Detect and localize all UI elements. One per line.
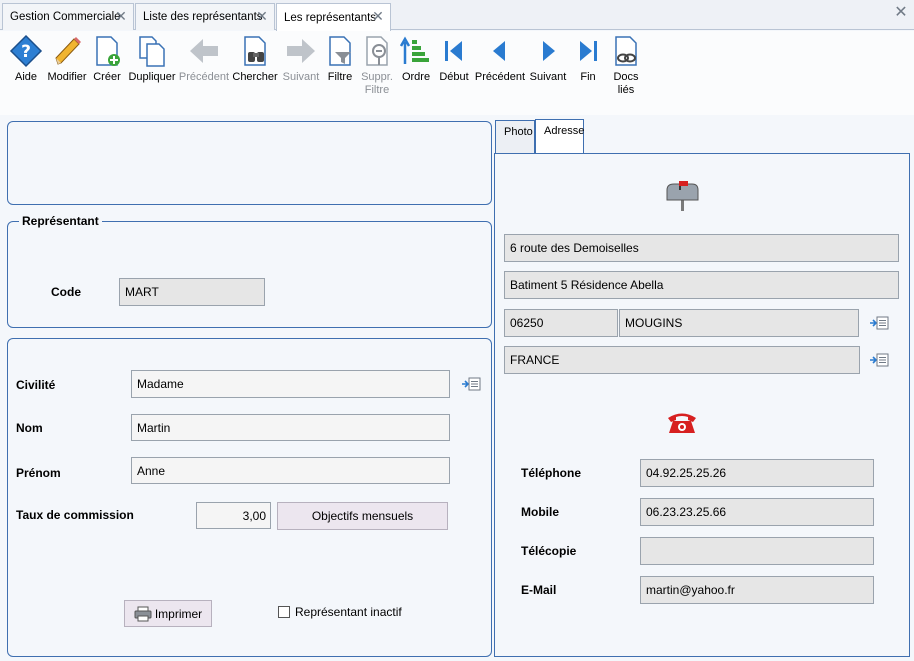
prenom-label: Prénom <box>16 466 61 480</box>
mobile-field[interactable]: 06.23.23.25.66 <box>640 498 874 526</box>
email-field[interactable]: martin@yahoo.fr <box>640 576 874 604</box>
print-button[interactable]: Imprimer <box>124 600 212 627</box>
linked-docs-icon <box>609 34 643 68</box>
tab-photo[interactable]: Photo <box>495 120 535 153</box>
sort-order-icon <box>399 34 433 68</box>
next-result-button[interactable]: Suivant <box>280 34 322 84</box>
country-select-icon[interactable] <box>869 353 889 367</box>
telephone-icon <box>665 409 699 435</box>
next-record-icon <box>531 34 565 68</box>
list-select-icon[interactable] <box>461 377 481 391</box>
address-line2-field[interactable]: Batiment 5 Résidence Abella <box>504 271 899 299</box>
header-panel <box>7 121 492 205</box>
new-document-icon <box>90 34 124 68</box>
inactive-checkbox[interactable] <box>278 606 290 618</box>
remove-filter-button[interactable]: Suppr. Filtre <box>359 34 395 97</box>
printer-icon <box>134 606 152 622</box>
postcode-field[interactable]: 06250 <box>504 309 618 337</box>
create-button[interactable]: Créer <box>88 34 126 84</box>
representant-panel <box>7 221 492 328</box>
print-button-label: Imprimer <box>154 606 203 621</box>
nom-field[interactable]: Martin <box>131 414 450 441</box>
last-record-button[interactable]: Fin <box>571 34 605 84</box>
email-label: E-Mail <box>521 583 557 597</box>
taux-commission-label: Taux de commission <box>16 508 134 522</box>
telephone-field[interactable]: 04.92.25.25.26 <box>640 459 874 487</box>
objectifs-mensuels-button[interactable]: Objectifs mensuels <box>277 502 448 530</box>
previous-result-button[interactable]: Précédent <box>178 34 230 84</box>
search-button[interactable]: Chercher <box>232 34 278 84</box>
previous-record-icon <box>483 34 517 68</box>
last-record-icon <box>571 34 605 68</box>
country-field[interactable]: FRANCE <box>504 346 860 374</box>
modify-button[interactable]: Modifier <box>46 34 88 84</box>
tab-les-representants[interactable]: Les représentants ✕ <box>276 3 391 31</box>
duplicate-icon <box>135 34 169 68</box>
next-record-button[interactable]: Suivant <box>527 34 569 84</box>
mailbox-icon <box>664 180 700 212</box>
filter-icon <box>323 34 357 68</box>
duplicate-button[interactable]: Dupliquer <box>127 34 177 84</box>
city-select-icon[interactable] <box>869 316 889 330</box>
tab-gestion-commerciale[interactable]: Gestion Commerciale ✕ <box>2 3 134 30</box>
previous-record-button[interactable]: Précédent <box>474 34 526 84</box>
arrow-right-icon <box>284 34 318 68</box>
linked-docs-button[interactable]: Docs liés <box>608 34 644 97</box>
pencil-icon <box>50 34 84 68</box>
tab-liste-representants[interactable]: Liste des représentants ✕ <box>135 3 275 30</box>
taux-commission-field[interactable]: 3,00 <box>196 502 271 529</box>
mobile-label: Mobile <box>521 505 559 519</box>
first-record-icon <box>437 34 471 68</box>
close-all-icon[interactable]: ✕ <box>894 5 908 21</box>
close-icon[interactable]: ✕ <box>115 9 127 23</box>
inactive-label: Représentant inactif <box>295 605 402 619</box>
city-field[interactable]: MOUGINS <box>619 309 859 337</box>
code-field[interactable]: MART <box>119 278 265 306</box>
civilite-label: Civilité <box>16 378 56 392</box>
binoculars-icon <box>238 34 272 68</box>
civilite-field[interactable]: Madame <box>131 370 450 398</box>
telecopie-field[interactable] <box>640 537 874 565</box>
help-button[interactable]: ? Aide <box>6 34 46 84</box>
tab-label: Liste des représentants <box>143 11 263 23</box>
close-icon[interactable]: ✕ <box>372 9 384 23</box>
tab-adresse[interactable]: Adresse <box>535 119 584 153</box>
close-icon[interactable]: ✕ <box>256 9 268 23</box>
tab-label: Les représentants <box>284 11 377 24</box>
remove-filter-icon <box>360 34 394 68</box>
first-record-button[interactable]: Début <box>436 34 472 84</box>
arrow-left-icon <box>187 34 221 68</box>
tab-label: Gestion Commerciale <box>10 11 121 23</box>
representant-legend: Représentant <box>19 214 102 228</box>
telephone-label: Téléphone <box>521 466 582 480</box>
svg-text:?: ? <box>21 42 31 62</box>
sort-order-button[interactable]: Ordre <box>398 34 434 84</box>
telecopie-label: Télécopie <box>521 544 577 558</box>
code-label: Code <box>51 285 81 299</box>
nom-label: Nom <box>16 421 43 435</box>
filter-button[interactable]: Filtre <box>323 34 357 84</box>
help-icon: ? <box>9 34 43 68</box>
address-line1-field[interactable]: 6 route des Demoiselles <box>504 234 899 262</box>
prenom-field[interactable]: Anne <box>131 457 450 484</box>
